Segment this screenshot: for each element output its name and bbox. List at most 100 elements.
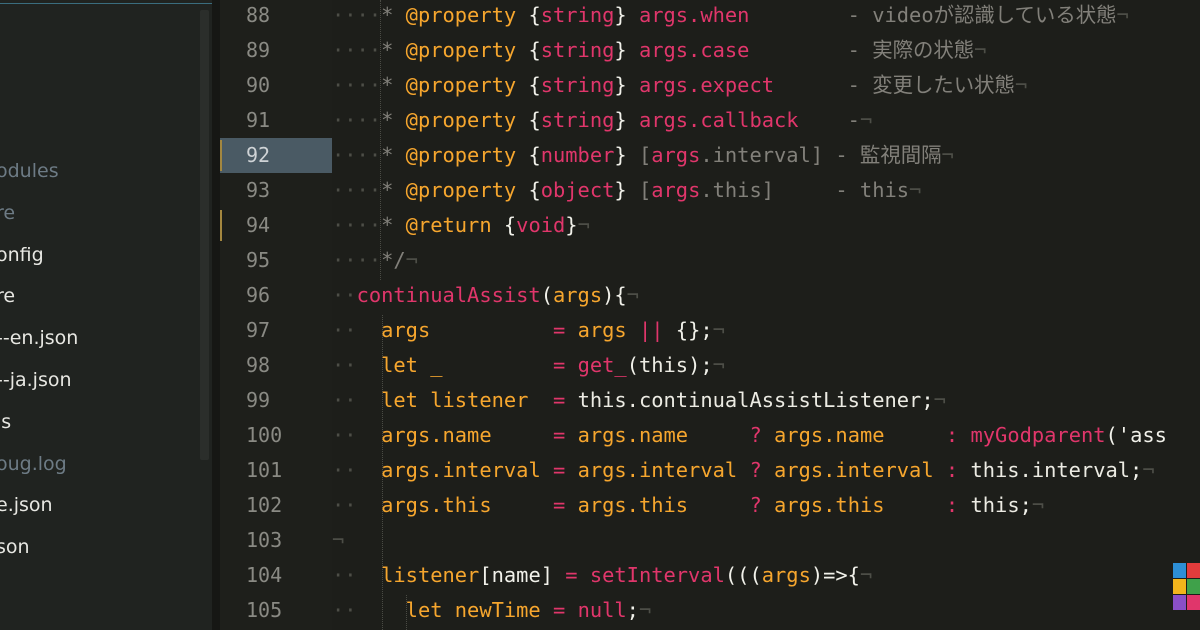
line-number[interactable]: 103 <box>220 523 332 558</box>
code-line[interactable]: ····* @property {string} args.callback -… <box>332 103 872 138</box>
code-line[interactable]: ····* @property {string} args.expect - 変… <box>332 68 1027 103</box>
code-token: @property <box>405 3 529 27</box>
code-token: { <box>503 213 517 237</box>
code-line[interactable]: ·· args.this = args.this ? args.this : t… <box>332 488 1044 523</box>
code-token: ¬ <box>712 353 725 377</box>
code-token: null <box>577 598 627 622</box>
file-tree-item[interactable]: re <box>0 285 15 307</box>
code-token: ···· <box>332 108 382 132</box>
line-number[interactable]: 97 <box>220 313 332 348</box>
line-number[interactable]: 90 <box>220 68 332 103</box>
line-number[interactable]: 99 <box>220 383 332 418</box>
line-number[interactable]: 100 <box>220 418 332 453</box>
code-token: ¬ <box>859 108 873 132</box>
code-line[interactable]: ·· let _ = get_(this);¬ <box>332 348 725 383</box>
code-line[interactable]: ·· listener[name] = setInterval(((args)=… <box>332 558 872 593</box>
code-token: ¬ <box>974 38 987 62</box>
line-number-label: 89 <box>246 38 271 62</box>
sidebar-scrollbar[interactable] <box>200 10 209 460</box>
code-line[interactable]: ¬ <box>332 523 344 558</box>
sidebar-top-border <box>0 3 212 4</box>
line-number[interactable]: 89 <box>220 33 332 68</box>
file-tree-item[interactable]: onfig <box>0 244 44 266</box>
file-tree-item[interactable]: e.json <box>0 494 53 516</box>
line-number[interactable]: 104 <box>220 558 332 593</box>
line-number[interactable]: 92 <box>220 138 332 173</box>
file-tree-item[interactable]: odules <box>0 160 59 182</box>
code-line[interactable]: ····*/¬ <box>332 243 418 278</box>
code-token: { <box>528 38 541 62</box>
code-token: args.this <box>577 493 689 517</box>
code-line[interactable]: ·· args.interval = args.interval ? args.… <box>332 453 1155 488</box>
line-number[interactable]: 95 <box>220 243 332 278</box>
line-number[interactable]: 96 <box>220 278 332 313</box>
line-number[interactable]: 102 <box>220 488 332 523</box>
code-token: ·· <box>332 353 357 377</box>
code-token: @property <box>405 178 529 202</box>
code-token: string <box>540 3 615 27</box>
line-number[interactable]: 98 <box>220 348 332 383</box>
code-token: ¬ <box>1031 493 1045 517</box>
code-line[interactable]: ·· args = args || {};¬ <box>332 313 725 348</box>
code-line[interactable]: ·· let listener = this.continualAssistLi… <box>332 383 946 418</box>
code-token: ·· <box>332 493 357 517</box>
line-number[interactable]: 105 <box>220 593 332 628</box>
pane-divider[interactable] <box>212 0 220 630</box>
code-token: get_ <box>577 353 627 377</box>
file-tree-item[interactable]: --ja.json <box>0 369 72 391</box>
line-number-label: 95 <box>246 248 271 272</box>
code-token: args.case <box>638 38 750 62</box>
line-number[interactable]: 88 <box>220 0 332 33</box>
code-token: string <box>540 73 615 97</box>
code-token: args <box>553 283 603 307</box>
code-token: { <box>528 73 541 97</box>
code-token: = <box>553 388 566 412</box>
code-token: ·· <box>332 563 357 587</box>
code-token: ¬ <box>1142 458 1155 482</box>
line-number[interactable]: 101 <box>220 453 332 488</box>
file-tree-item[interactable]: re <box>0 202 15 224</box>
code-editor[interactable]: ····* @property {string} args.when - vid… <box>332 0 1200 630</box>
code-token: = <box>553 423 566 447</box>
code-line[interactable]: ····* @property {string} args.when - vid… <box>332 0 1129 33</box>
code-token: ···· <box>332 143 382 167</box>
file-tree-item[interactable]: son <box>0 536 30 558</box>
line-number[interactable]: 93 <box>220 173 332 208</box>
code-line[interactable]: ····* @property {object} [args.this] - t… <box>332 173 921 208</box>
code-token: ; <box>1019 493 1032 517</box>
code-token: args.when <box>638 3 750 27</box>
code-token: ¬ <box>712 318 725 342</box>
code-line[interactable]: ··continualAssist(args){¬ <box>332 278 639 313</box>
code-line[interactable]: ····* @property {number} [args.interval]… <box>332 138 954 173</box>
app-logo-icon <box>1173 563 1200 611</box>
file-tree-item[interactable]: --en.json <box>0 327 78 349</box>
code-token: continualAssist <box>356 283 541 307</box>
code-token: listener <box>381 563 480 587</box>
file-tree-item[interactable]: js <box>0 411 11 433</box>
code-line[interactable]: ·· args.name = args.name ? args.name : m… <box>332 418 1167 453</box>
code-line[interactable]: ····* @property {string} args.case - 実際の… <box>332 33 986 68</box>
line-number[interactable]: 91 <box>220 103 332 138</box>
code-token: ¬ <box>859 563 873 587</box>
code-line[interactable]: ·· let newTime = null;¬ <box>332 593 651 628</box>
code-token: ¬ <box>1116 3 1129 27</box>
code-token: string <box>540 108 615 132</box>
file-tree-item[interactable]: oug.log <box>0 453 67 475</box>
code-token: * <box>381 143 406 167</box>
code-token: args.name <box>774 423 885 447</box>
code-line[interactable]: ····* @return {void}¬ <box>332 208 590 243</box>
line-number-label: 96 <box>246 283 271 307</box>
line-number[interactable]: 94 <box>220 208 332 243</box>
